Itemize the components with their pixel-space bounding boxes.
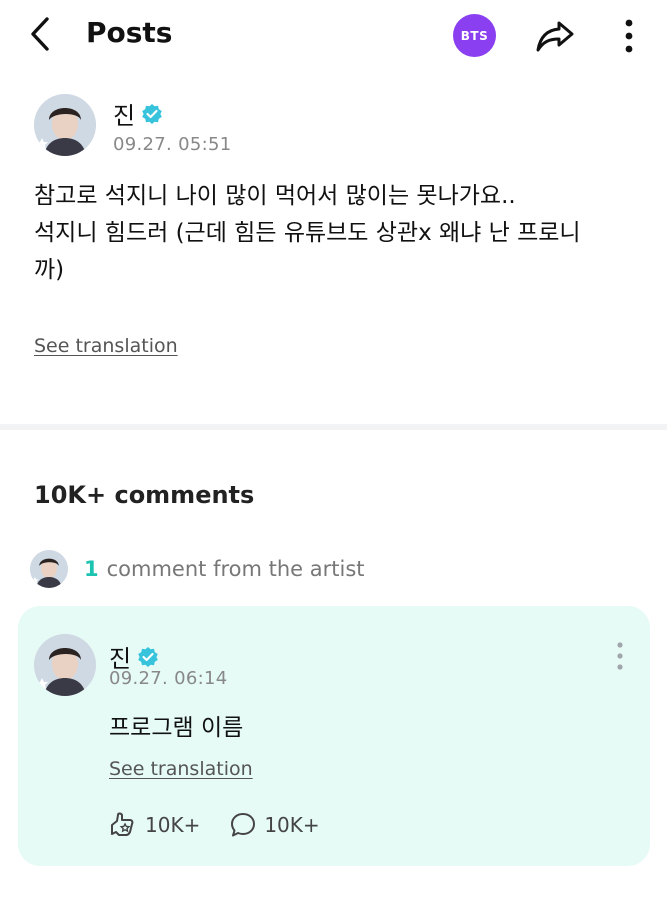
post-body: 참고로 석지니 나이 많이 먹어서 많이는 못나가요.. 석지니 힘드러 (근데… bbox=[34, 178, 644, 289]
post-author-avatar[interactable] bbox=[34, 94, 96, 156]
post-author-name[interactable]: 진 bbox=[113, 96, 135, 131]
artist-comment-card: 진 09.27. 06:14 프로그램 이름 See translation 1… bbox=[18, 606, 650, 866]
comment-text: 프로그램 이름 bbox=[109, 715, 244, 741]
more-vertical-icon bbox=[625, 19, 633, 53]
comment-author-avatar[interactable] bbox=[34, 634, 96, 696]
post-author-name-row: 진 bbox=[113, 96, 163, 131]
post-timestamp: 09.27. 05:51 bbox=[113, 134, 232, 155]
avatar-image bbox=[34, 94, 96, 156]
like-icon bbox=[111, 812, 134, 836]
verified-icon bbox=[138, 646, 158, 667]
more-vertical-icon bbox=[617, 642, 623, 670]
post-line: 참고로 석지니 나이 많이 먹어서 많이는 못나가요.. bbox=[34, 183, 516, 209]
avatar-image bbox=[34, 634, 96, 696]
comment-like-count: 10K+ bbox=[145, 813, 201, 837]
back-arrow-icon bbox=[31, 17, 49, 51]
artist-comment-count: 1 bbox=[84, 557, 99, 581]
artist-avatar bbox=[30, 550, 68, 588]
artist-comments-filter[interactable]: 1 comment from the artist bbox=[30, 550, 365, 588]
verified-icon bbox=[142, 103, 162, 124]
comment-reply-button[interactable]: 10K+ bbox=[230, 812, 320, 838]
post-line: 석지니 힘드러 (근데 힘든 유튜브도 상관x 왜냐 난 프로니 bbox=[34, 220, 581, 246]
more-options-button[interactable] bbox=[614, 14, 644, 58]
comment-timestamp: 09.27. 06:14 bbox=[109, 668, 228, 689]
community-badge[interactable]: BTS bbox=[453, 14, 496, 57]
back-button[interactable] bbox=[22, 14, 58, 54]
artist-comment-label: comment from the artist bbox=[106, 557, 365, 581]
post-see-translation-link[interactable]: See translation bbox=[34, 335, 178, 357]
page-title: Posts bbox=[86, 16, 173, 49]
comment-like-button[interactable]: 10K+ bbox=[109, 812, 200, 838]
avatar-image bbox=[30, 550, 68, 588]
comment-bubble-icon bbox=[231, 813, 256, 837]
comments-count-heading: 10K+ comments bbox=[34, 481, 255, 509]
share-button[interactable] bbox=[532, 14, 578, 58]
post-line: 까) bbox=[34, 257, 65, 283]
comment-reply-count: 10K+ bbox=[264, 813, 320, 837]
comment-see-translation-link[interactable]: See translation bbox=[109, 758, 253, 780]
comment-actions: 10K+ 10K+ bbox=[109, 810, 320, 840]
top-app-bar: Posts BTS bbox=[0, 0, 667, 70]
comment-more-button[interactable] bbox=[610, 640, 630, 672]
section-divider bbox=[0, 424, 667, 430]
share-icon bbox=[536, 21, 574, 52]
